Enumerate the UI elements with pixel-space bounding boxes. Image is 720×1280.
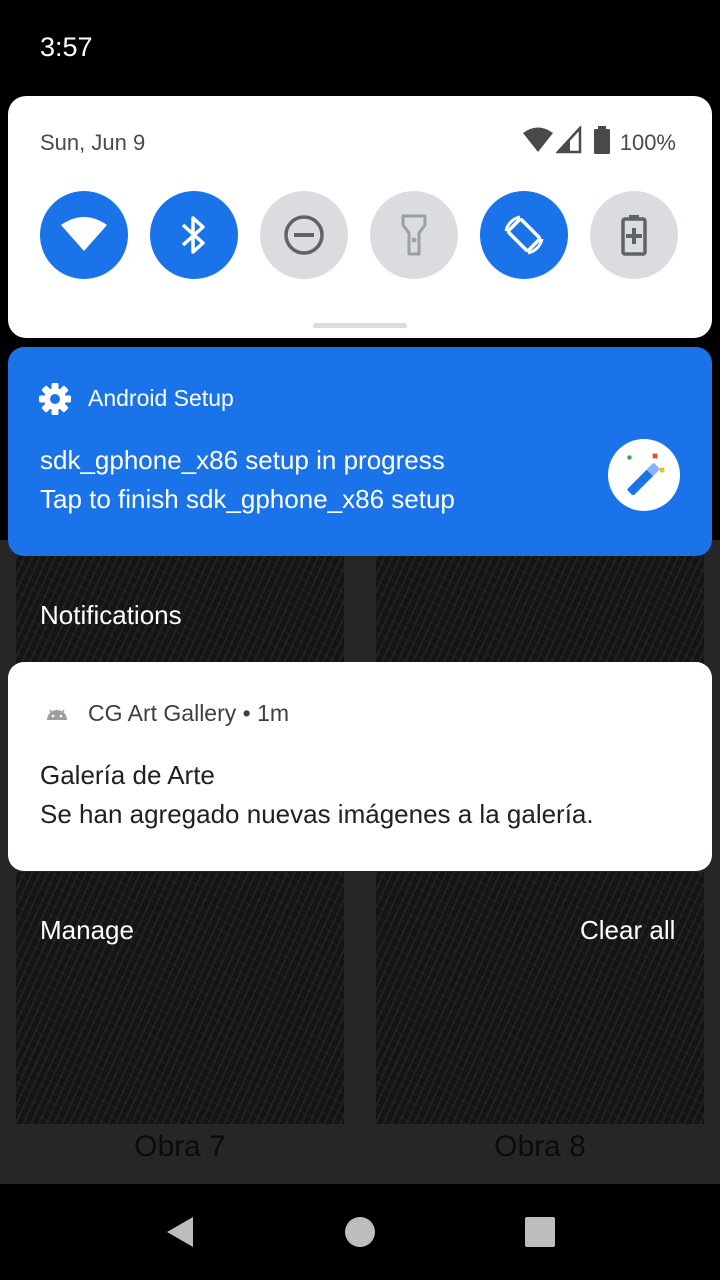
gear-icon	[39, 383, 71, 415]
wifi-signal-icon	[523, 127, 553, 152]
recents-icon	[525, 1217, 555, 1247]
back-icon	[167, 1217, 193, 1247]
battery-icon	[594, 126, 610, 154]
setup-app-name: Android Setup	[88, 385, 234, 411]
status-bar: 3:57	[0, 0, 720, 96]
quick-settings-panel: Sun, Jun 9 100%	[8, 96, 712, 338]
tile-auto-rotate[interactable]	[480, 191, 568, 279]
auto-rotate-icon	[504, 215, 544, 255]
tile-flashlight[interactable]	[370, 191, 458, 279]
notification-app-header: CG Art Gallery • 1m	[88, 700, 290, 726]
status-time: 3:57	[40, 32, 93, 62]
do-not-disturb-icon	[284, 215, 324, 255]
bluetooth-icon	[181, 216, 205, 254]
artwork-label-obra-7: Obra 7	[134, 1130, 226, 1163]
tile-bluetooth[interactable]	[150, 191, 238, 279]
home-icon	[345, 1217, 375, 1247]
manage-button[interactable]: Manage	[40, 915, 134, 946]
artwork-thumbnail[interactable]	[376, 540, 704, 664]
artwork-obra-7[interactable]	[16, 872, 344, 1124]
notification-title: Galería de Arte	[40, 760, 215, 790]
artwork-label-obra-8: Obra 8	[494, 1130, 586, 1163]
notification-time: 1m	[257, 700, 290, 726]
android-app-icon	[47, 709, 67, 720]
qs-date[interactable]: Sun, Jun 9	[40, 130, 145, 156]
setup-wand-icon	[608, 439, 680, 511]
artwork-obra-8[interactable]	[376, 872, 704, 1124]
wifi-icon	[61, 217, 107, 251]
back-button[interactable]	[150, 1202, 210, 1262]
tile-battery-saver[interactable]	[590, 191, 678, 279]
navigation-bar	[0, 1184, 720, 1280]
notifications-header: Notifications	[40, 600, 182, 630]
qs-drag-handle[interactable]	[313, 323, 407, 328]
recents-button[interactable]	[510, 1202, 570, 1262]
clear-all-button[interactable]: Clear all	[580, 915, 675, 946]
battery-saver-icon	[621, 215, 647, 256]
gallery-notification[interactable]: CG Art Gallery • 1m Galería de Arte Se h…	[8, 662, 712, 871]
setup-notification-text: Tap to finish sdk_gphone_x86 setup	[40, 484, 455, 514]
setup-notification[interactable]: Android Setup sdk_gphone_x86 setup in pr…	[8, 347, 712, 556]
home-button[interactable]	[330, 1202, 390, 1262]
tile-do-not-disturb[interactable]	[260, 191, 348, 279]
notification-text: Se han agregado nuevas imágenes a la gal…	[40, 799, 594, 829]
setup-notification-title: sdk_gphone_x86 setup in progress	[40, 445, 445, 475]
flashlight-icon	[401, 214, 427, 256]
notification-app-name: CG Art Gallery	[88, 700, 237, 726]
battery-percentage: 100%	[619, 130, 676, 155]
tile-wifi[interactable]	[40, 191, 128, 279]
cell-signal-icon	[556, 126, 582, 154]
